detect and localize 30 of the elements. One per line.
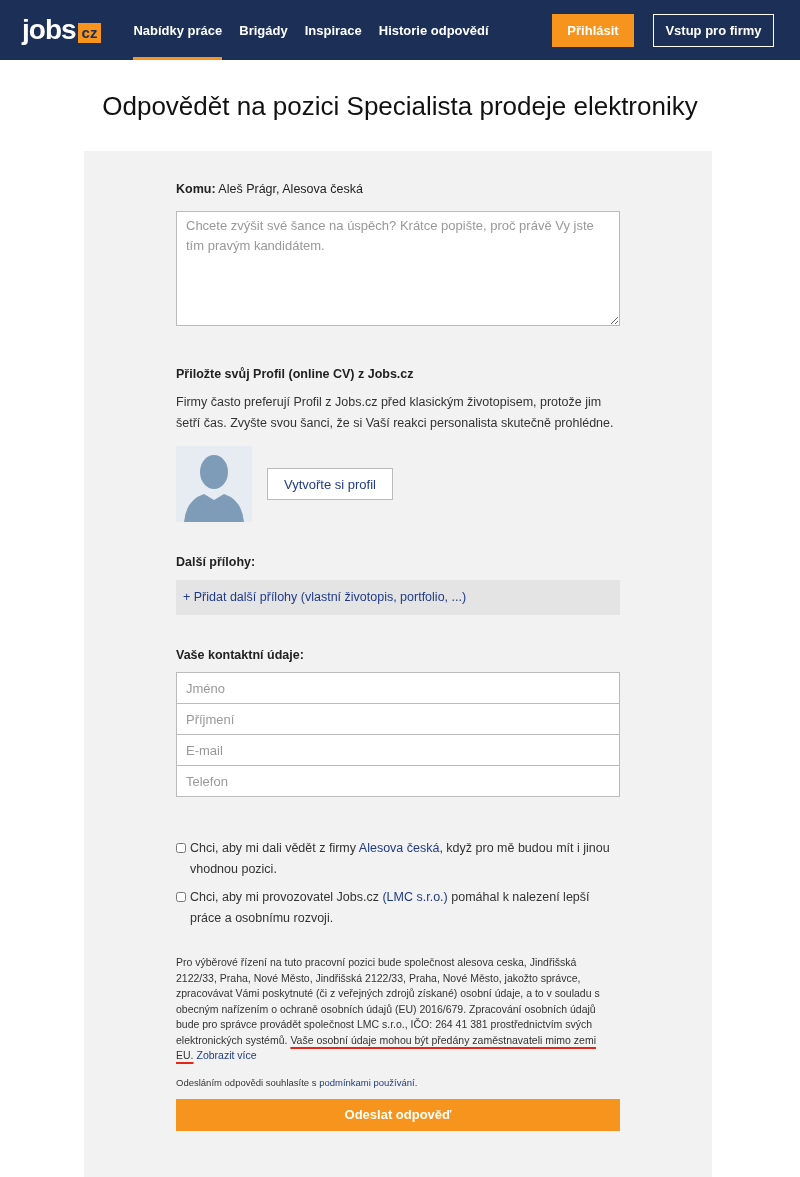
company-entry-button[interactable]: Vstup pro firmy: [653, 13, 774, 47]
nav-tab[interactable]: Brigády: [239, 0, 288, 60]
avatar-silhouette-icon: [176, 446, 252, 522]
checkbox[interactable]: [176, 892, 186, 902]
show-more-link[interactable]: Zobrazit více: [196, 1049, 257, 1061]
message-field[interactable]: Chcete zvýšit své šance na úspěch? Krátce popište, proč právě Vy jste tím pravým kandidátem.: [176, 211, 620, 326]
create-profile-button[interactable]: Vytvořte si profil: [267, 468, 393, 500]
checkbox[interactable]: [176, 843, 186, 853]
nav-tab[interactable]: Historie odpovědí: [378, 0, 489, 60]
logo-badge[interactable]: cz: [77, 23, 102, 43]
consent-text: Chci, aby mi dali vědět z firmy Alesova česká, když pro mě budou mít i jinou vhodnou pozici.: [190, 840, 611, 878]
privacy-notice: Pro výběrové řízení na tuto pracovní pozici bude společnost alesova ceska, Jindřišská 2122/33, Praha, Nové Město, Jindřišská 2122/33, Praha, Nové Město, jakožto správce, zpracovávat Vámi poskytnuté (či z veřejných zdrojů získané) osobní údaje, a to v souladu s obecným nařízením o ochraně osobních údajů (EU) 2016/679. Zpracování osobních údajů bude pro správce provádět společnost LMC s.r.o., IČO: 264 41 381 prostřednictvím svých elektronických systémů. Vaše osobní údaje mohou být předány zaměstnavateli mimo zemi EU. Zobrazit více: [176, 955, 601, 1063]
text-link[interactable]: (LMC s.r.o.): [382, 890, 448, 904]
input-field[interactable]: E-mail: [176, 734, 620, 766]
section-heading: Další přílohy:: [176, 554, 257, 571]
section-heading: Vaše kontaktní údaje:: [176, 647, 305, 664]
input-field[interactable]: Telefon: [176, 765, 620, 797]
recipient-line: Komu: Aleš Prágr, Alesova česká: [176, 181, 364, 198]
terms-link[interactable]: podmínkami používání: [319, 1076, 415, 1088]
profile-description: Firmy často preferují Profil z Jobs.cz před klasickým životopisem, protože jim šetří čas. Zvyšte svou šanci, že si Vaší reakci personalista skutečně prohlédne.: [176, 394, 615, 432]
input-field[interactable]: Příjmení: [176, 703, 620, 735]
page-title: Odpovědět na pozici Specialista prodeje elektroniky: [101, 90, 699, 122]
section-heading: Přiložte svůj Profil (online CV) z Jobs.cz: [176, 366, 415, 383]
logo-text[interactable]: jobs: [22, 15, 76, 45]
terms-notice: Odesláním odpovědi souhlasíte s podmínkami používání.: [176, 1075, 419, 1090]
consent-text: Chci, aby mi provozovatel Jobs.cz (LMC s.r.o.) pomáhal k nalezení lepší práce a osobnímu rozvoji.: [190, 889, 591, 927]
nav-tab[interactable]: Inspirace: [304, 0, 362, 60]
input-field[interactable]: Jméno: [176, 672, 620, 704]
add-attachments-link[interactable]: + Přidat další přílohy (vlastní životopis, portfolio, ...): [176, 580, 620, 615]
nav-tab[interactable]: Nabídky práce: [133, 0, 223, 60]
